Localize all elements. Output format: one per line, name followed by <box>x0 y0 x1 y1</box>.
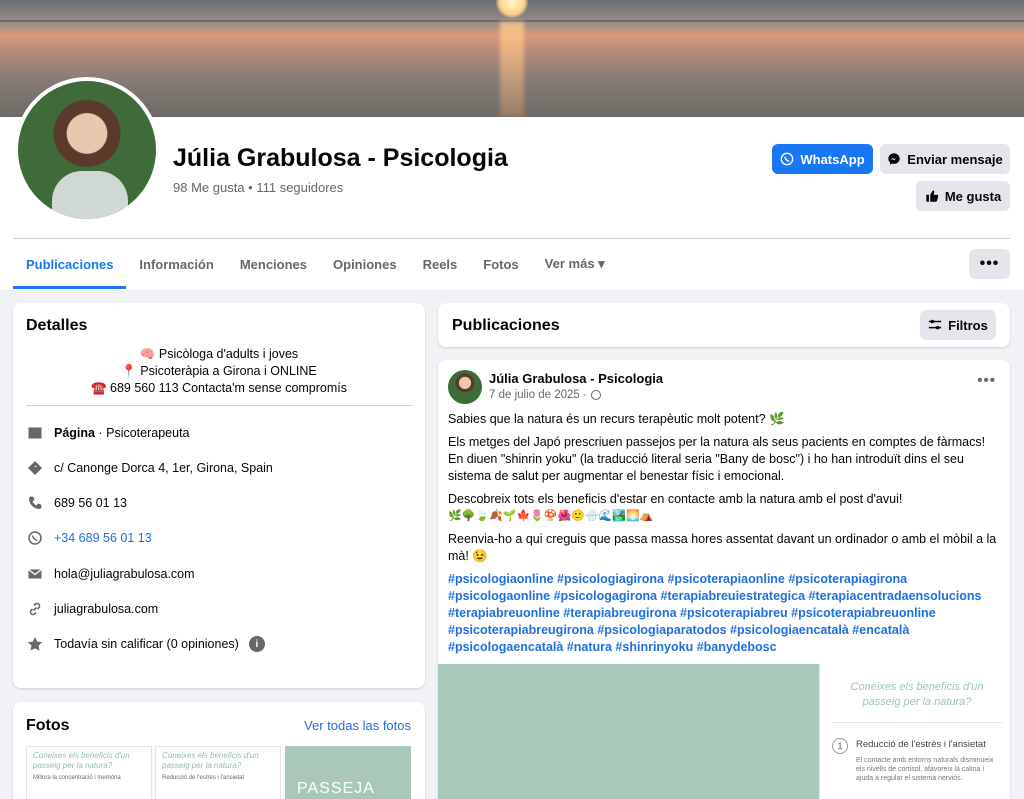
photo-thumb-3-title: PASSEJA PER <box>297 780 374 799</box>
thumbs-up-icon <box>926 190 939 202</box>
tab-menciones[interactable]: Menciones <box>227 239 320 289</box>
photo-thumb-1[interactable]: Coneixes els beneficis d'un passeig per … <box>26 746 152 799</box>
filters-label: Filtros <box>948 317 988 333</box>
info-icon[interactable]: i <box>248 636 265 652</box>
whatsapp-icon <box>781 152 794 166</box>
phone-icon <box>26 494 44 512</box>
photo-thumb-3[interactable]: PASSEJA PER <box>285 746 411 799</box>
post-author-avatar[interactable] <box>448 370 482 404</box>
tab-opiniones[interactable]: Opiniones <box>320 239 410 289</box>
post-image-divider <box>832 722 1002 723</box>
profile-avatar[interactable] <box>14 77 160 223</box>
photo-thumb-2-text: Reducció de l'estrès i l'ansietat <box>162 775 244 781</box>
post-image-item-text: El contacte amb entorns naturals disminu… <box>856 757 994 782</box>
tab-fotos[interactable]: Fotos <box>470 239 531 289</box>
bio: 🧠 Psicòloga d'adults i joves 📍 Psicoterà… <box>13 346 425 397</box>
whatsapp-link[interactable]: +34 689 56 01 13 <box>54 531 152 545</box>
page-stats[interactable]: 98 Me gusta • 111 seguidores <box>173 180 343 195</box>
filters-icon <box>929 319 942 330</box>
star-icon <box>26 635 44 653</box>
detail-address[interactable]: c/ Canonge Dorca 4, 1er, Girona, Spain <box>26 459 273 477</box>
post-image-title: Coneixes els beneficis d'un passeig per … <box>850 681 984 708</box>
link-icon <box>26 600 44 618</box>
send-message-button[interactable]: Enviar mensaje <box>880 144 1010 174</box>
tab-ver-mas[interactable]: Ver más ▾ <box>532 239 618 289</box>
address-text: c/ Canonge Dorca 4, 1er, Girona, Spain <box>54 461 273 475</box>
post-card: Júlia Grabulosa - Psicologia 7 de julio … <box>438 360 1010 799</box>
location-icon <box>26 459 44 477</box>
bio-line-2: 📍 Psicoteràpia a Girona i ONLINE <box>121 364 317 378</box>
whatsapp-button[interactable]: WhatsApp <box>772 144 873 174</box>
post-image-item-title: Reducció de l'estrès i l'ansietat <box>856 739 986 750</box>
messenger-icon <box>888 153 900 165</box>
tab-reels[interactable]: Reels <box>410 239 471 289</box>
bio-line-3: ☎️ 689 560 113 Contacta'm sense compromí… <box>90 381 348 395</box>
email-text: hola@juliagrabulosa.com <box>54 567 195 581</box>
photos-card: Fotos Ver todas las fotos Coneixes els b… <box>13 702 425 799</box>
details-card: Detalles 🧠 Psicòloga d'adults i joves 📍 … <box>13 303 425 688</box>
cover-sun <box>496 0 528 18</box>
whatsapp-label: WhatsApp <box>800 151 865 167</box>
page-title: Júlia Grabulosa - Psicologia <box>173 144 508 172</box>
bio-line-1: 🧠 Psicòloga d'adults i joves <box>139 347 299 361</box>
post-paragraph-1: Sabies que la natura és un recurs terapè… <box>448 412 785 426</box>
cover-sun-reflection <box>500 22 524 117</box>
filters-button[interactable]: Filtros <box>920 310 996 340</box>
website-text: juliagrabulosa.com <box>54 602 159 616</box>
phone-text: 689 56 01 13 <box>54 496 127 510</box>
like-page-button[interactable]: Me gusta <box>916 181 1010 211</box>
photos-title: Fotos <box>26 717 70 734</box>
page-type-category: · Psicoterapeuta <box>95 426 190 440</box>
detail-page-type: Página · Psicoterapeuta <box>26 424 190 442</box>
detail-whatsapp[interactable]: +34 689 56 01 13 <box>26 529 152 547</box>
photo-thumb-2-title: Coneixes els beneficis d'un passeig per … <box>162 751 259 770</box>
post-body: Sabies que la natura és un recurs terapè… <box>448 411 1000 656</box>
publications-header-card: Publicaciones Filtros <box>438 303 1010 347</box>
page-type-bold: Página <box>54 426 95 440</box>
details-title: Detalles <box>26 317 88 334</box>
post-author-name[interactable]: Júlia Grabulosa - Psicologia <box>489 371 663 386</box>
post-options-button[interactable]: ••• <box>977 372 996 389</box>
post-hashtags[interactable]: #psicologiaonline #psicologiagirona #psi… <box>448 571 1000 656</box>
rating-text: Todavía sin calificar (0 opiniones) <box>54 637 239 651</box>
detail-phone[interactable]: 689 56 01 13 <box>26 494 127 512</box>
avatar-figure <box>52 171 128 219</box>
send-message-label: Enviar mensaje <box>907 151 1003 167</box>
detail-website[interactable]: juliagrabulosa.com <box>26 600 158 618</box>
photo-thumb-1-text: Millora la concentració i memòria <box>33 775 121 781</box>
detail-email[interactable]: hola@juliagrabulosa.com <box>26 565 195 583</box>
detail-rating: Todavía sin calificar (0 opiniones) i <box>26 635 265 653</box>
tab-publicaciones[interactable]: Publicaciones <box>13 239 127 289</box>
photo-thumb-2[interactable]: Coneixes els beneficis d'un passeig per … <box>155 746 281 799</box>
see-all-photos-link[interactable]: Ver todas las fotos <box>304 718 411 733</box>
email-icon <box>26 565 44 583</box>
cover-photo[interactable] <box>0 0 1024 117</box>
whatsapp-icon <box>26 529 44 547</box>
more-options-button[interactable]: ••• <box>969 249 1010 279</box>
post-meta: 7 de julio de 2025 · <box>489 389 601 401</box>
post-date[interactable]: 7 de julio de 2025 · <box>489 389 587 401</box>
tab-informacion[interactable]: Información <box>126 239 226 289</box>
page-icon <box>26 424 44 442</box>
post-image-left[interactable] <box>438 664 819 799</box>
post-image-item-number: 1 <box>832 738 848 754</box>
post-emoji-line: 🌿🌳🍃🍂🌱🍁🌷🍄🌺🙂🌧️🌊🏞️🌅⛺ <box>448 510 654 522</box>
like-page-label: Me gusta <box>944 188 1002 204</box>
post-paragraph-3: Descobreix tots els beneficis d'estar en… <box>448 492 903 506</box>
post-paragraph-2: Els metges del Japó prescriuen passejos … <box>448 435 986 483</box>
publications-title: Publicaciones <box>452 317 560 334</box>
details-divider <box>26 405 412 406</box>
profile-tabs: Publicaciones Información Menciones Opin… <box>13 239 618 289</box>
photo-thumb-1-title: Coneixes els beneficis d'un passeig per … <box>33 751 130 770</box>
post-paragraph-4: Reenvia-ho a qui creguis que passa massa… <box>448 532 997 563</box>
post-image-right[interactable]: Coneixes els beneficis d'un passeig per … <box>819 664 1010 799</box>
globe-icon <box>590 390 601 400</box>
